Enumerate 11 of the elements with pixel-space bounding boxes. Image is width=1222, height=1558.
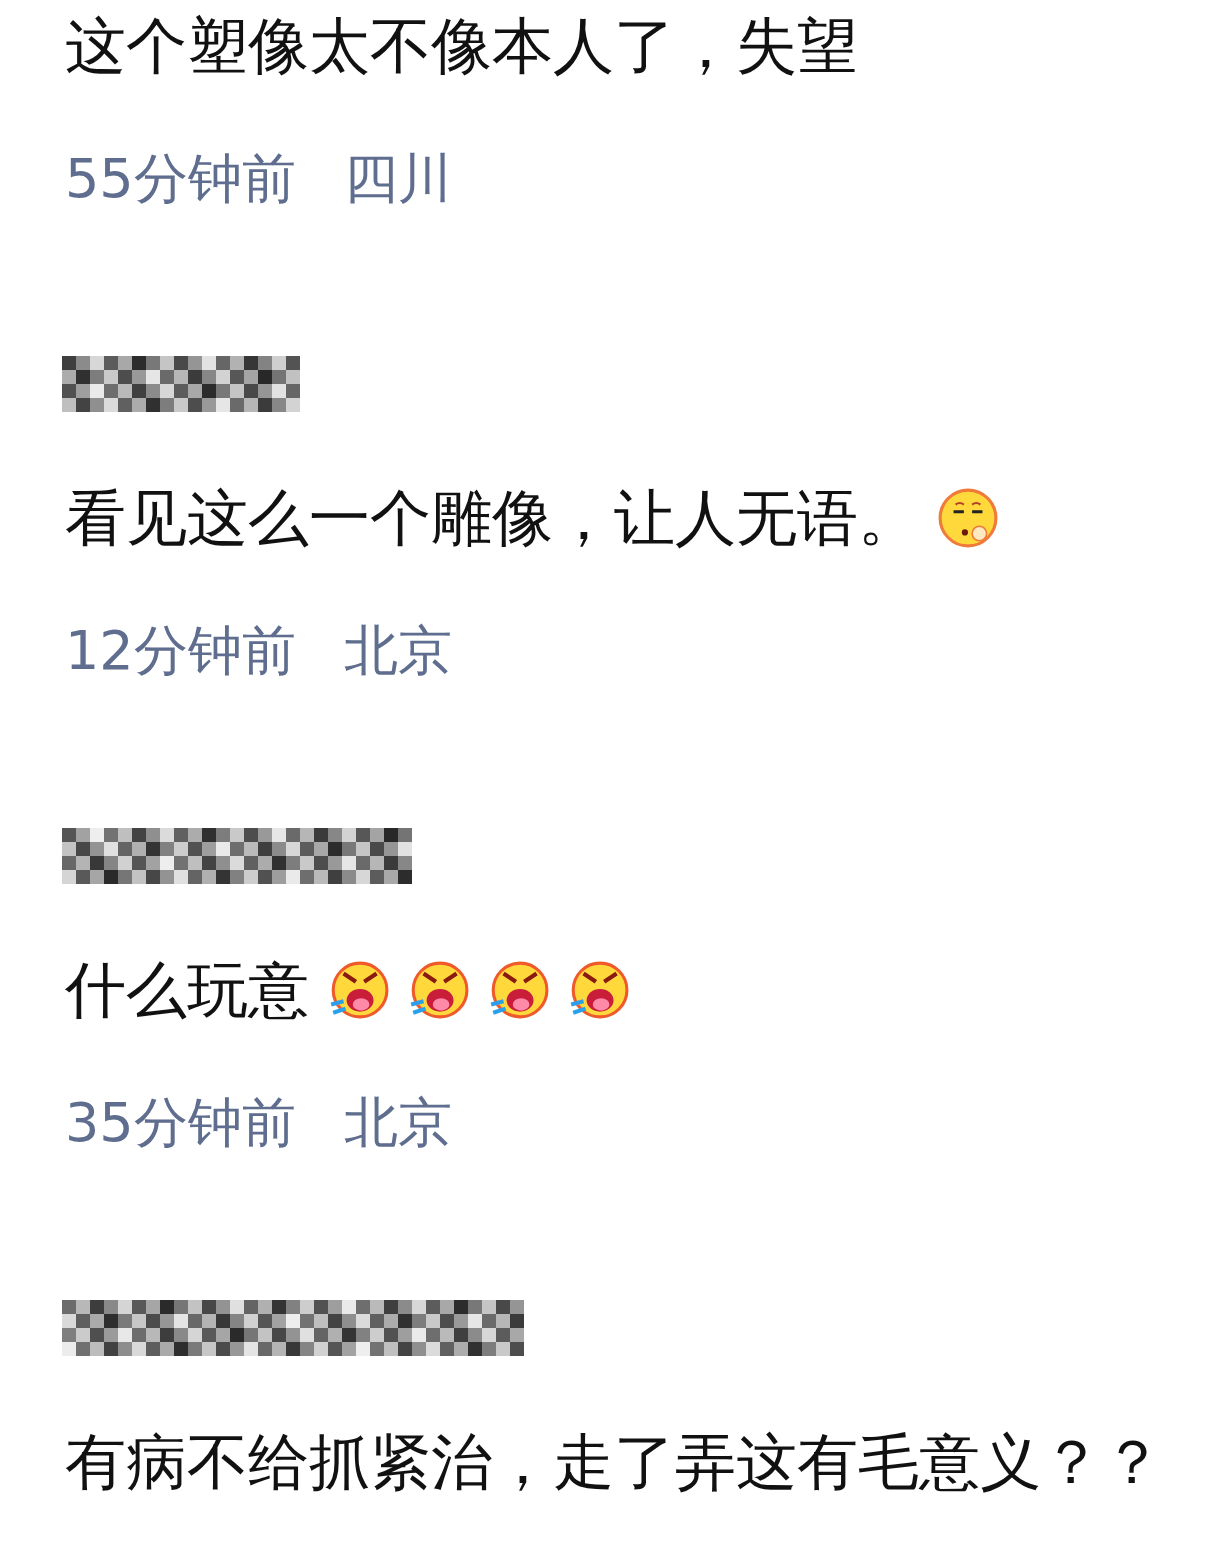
sleepy-face-icon <box>937 487 999 549</box>
comment-time: 12分钟前 <box>65 618 296 684</box>
comment-text: 这个塑像太不像本人了，失望 <box>65 10 858 82</box>
comment-text: 有病不给抓紧治，走了弄这有毛意义？？ <box>65 1426 1163 1498</box>
comment-location: 北京 <box>343 1090 452 1156</box>
comment-time: 55分钟前 <box>65 146 296 212</box>
comment-text: 看见这么一个雕像，让人无语。 <box>65 482 919 554</box>
comment-location: 北京 <box>343 618 452 684</box>
comment-text: 什么玩意 <box>65 954 309 1026</box>
comment-time: 35分钟前 <box>65 1090 296 1156</box>
comment-location: 四川 <box>343 146 452 212</box>
